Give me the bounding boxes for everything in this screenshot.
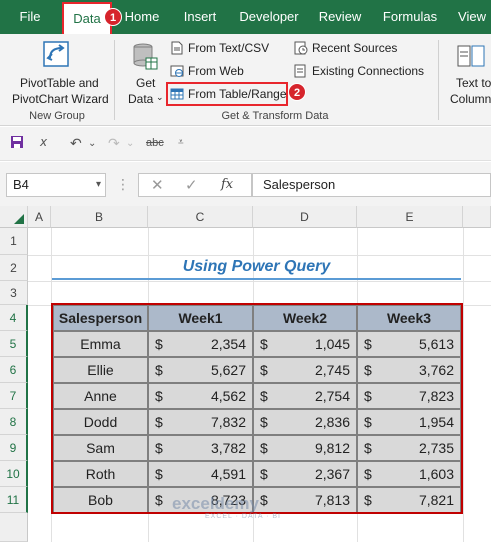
column-header-e[interactable]: E — [357, 206, 463, 228]
step-badge-2: 2 — [288, 83, 306, 101]
select-all-corner[interactable] — [0, 206, 28, 228]
text-to-columns-label-2: Column — [450, 92, 491, 106]
get-data-label-2: Data — [128, 92, 154, 106]
insert-function-button[interactable]: fx — [221, 177, 233, 192]
formula-bar-buttons: ✕ ✓ fx — [138, 173, 252, 197]
row-header-7[interactable]: 7 — [0, 383, 28, 409]
from-text-csv-label: From Text/CSV — [188, 41, 270, 55]
globe-icon — [170, 65, 184, 77]
formula-icon[interactable]: ⅹ — [40, 135, 47, 149]
formula-input[interactable]: Salesperson — [252, 173, 491, 197]
ribbon-tab-bar: File Data 1 Home Insert Developer Review… — [0, 0, 491, 34]
existing-connections-label: Existing Connections — [312, 64, 425, 78]
sheet-title[interactable]: Using Power Query — [52, 254, 461, 280]
name-box-value: B4 — [13, 177, 29, 192]
name-box[interactable]: B4 ▾ — [6, 173, 106, 197]
row-header-4[interactable]: 4 — [0, 305, 28, 331]
select-all-icon — [14, 214, 24, 224]
tab-file[interactable]: File — [0, 0, 60, 34]
pivottable-wizard-label-1: PivotTable and — [20, 76, 99, 90]
undo-icon[interactable]: ↶ — [70, 135, 82, 152]
database-icon — [133, 43, 158, 70]
row-header-6[interactable]: 6 — [0, 357, 28, 383]
row-header-8[interactable]: 8 — [0, 409, 28, 435]
tab-review[interactable]: Review — [312, 0, 368, 34]
enter-icon[interactable]: ✓ — [185, 176, 198, 194]
column-header-b[interactable]: B — [51, 206, 148, 228]
row-header-10[interactable]: 10 — [0, 461, 28, 487]
from-web-label: From Web — [188, 64, 244, 78]
tab-home[interactable]: Home — [118, 0, 166, 34]
from-table-range-highlight — [166, 82, 288, 106]
row-header-9[interactable]: 9 — [0, 435, 28, 461]
undo-dropdown-icon[interactable]: ⌄ — [88, 138, 96, 149]
redo-dropdown-icon: ⌄ — [126, 138, 135, 149]
ribbon-separator — [114, 40, 115, 120]
redo-icon: ↷ — [108, 135, 120, 151]
text-to-columns-label-1: Text to — [456, 76, 491, 90]
tab-developer[interactable]: Developer — [234, 0, 304, 34]
row-header-2[interactable]: 2 — [0, 255, 28, 281]
tab-insert[interactable]: Insert — [176, 0, 224, 34]
pivottable-wizard-icon — [43, 41, 69, 67]
from-web-button[interactable]: From Web — [170, 61, 244, 81]
watermark-logo: exceldemy — [172, 494, 259, 513]
row-header-3[interactable]: 3 — [0, 281, 28, 305]
column-header-c[interactable]: C — [148, 206, 253, 228]
clock-icon — [294, 41, 308, 55]
customize-qat-icon[interactable]: ⩡ — [178, 137, 184, 148]
save-icon[interactable] — [10, 135, 24, 149]
get-data-label-1: Get — [136, 76, 156, 90]
ribbon-panel: PivotTable and PivotChart Wizard New Gro… — [0, 34, 491, 126]
row-header-11[interactable]: 11 — [0, 487, 28, 513]
table-selection-border — [51, 303, 463, 514]
gridline — [28, 281, 491, 282]
cancel-icon[interactable]: ✕ — [151, 176, 164, 194]
recent-sources-label: Recent Sources — [312, 41, 398, 55]
text-to-columns-button[interactable]: Text to Column — [448, 38, 491, 106]
row-header-1[interactable]: 1 — [0, 228, 28, 255]
title-underline — [52, 278, 461, 280]
get-data-button[interactable]: Get Data ⌄ — [122, 38, 164, 106]
column-header-f[interactable] — [463, 206, 491, 228]
name-box-dropdown-icon[interactable]: ▾ — [96, 174, 101, 196]
existing-connections-button[interactable]: Existing Connections — [294, 61, 424, 81]
row-header-12[interactable] — [0, 513, 28, 542]
connections-icon — [294, 64, 306, 78]
text-to-columns-icon — [457, 45, 485, 67]
quick-access-toolbar: ⅹ ↶ ⌄ ↷ ⌄ abc ⩡ — [0, 127, 491, 161]
column-header-a[interactable]: A — [28, 206, 51, 228]
column-header-d[interactable]: D — [253, 206, 357, 228]
pivottable-wizard-label-2: PivotChart Wizard — [12, 92, 109, 106]
formula-bar: B4 ▾ ⋮ ✕ ✓ fx Salesperson — [0, 162, 491, 206]
tab-view[interactable]: View — [452, 0, 491, 34]
gridline — [463, 228, 464, 542]
get-transform-group-label: Get & Transform Data — [221, 110, 329, 122]
chevron-down-icon: ⌄ — [156, 92, 164, 102]
formula-bar-grip-icon: ⋮ — [116, 176, 130, 192]
new-group-label: New Group — [29, 110, 85, 122]
pivottable-wizard-button[interactable]: PivotTable and PivotChart Wizard — [4, 38, 109, 108]
tab-formulas[interactable]: Formulas — [376, 0, 444, 34]
recent-sources-button[interactable]: Recent Sources — [294, 38, 397, 58]
ribbon-separator-2 — [438, 40, 439, 120]
from-text-csv-button[interactable]: From Text/CSV — [170, 38, 269, 58]
text-file-icon — [171, 41, 183, 55]
row-header-5[interactable]: 5 — [0, 331, 28, 357]
strikethrough-button[interactable]: abc — [146, 137, 164, 149]
watermark-subtitle: EXCEL · DATA · BI — [205, 513, 281, 520]
